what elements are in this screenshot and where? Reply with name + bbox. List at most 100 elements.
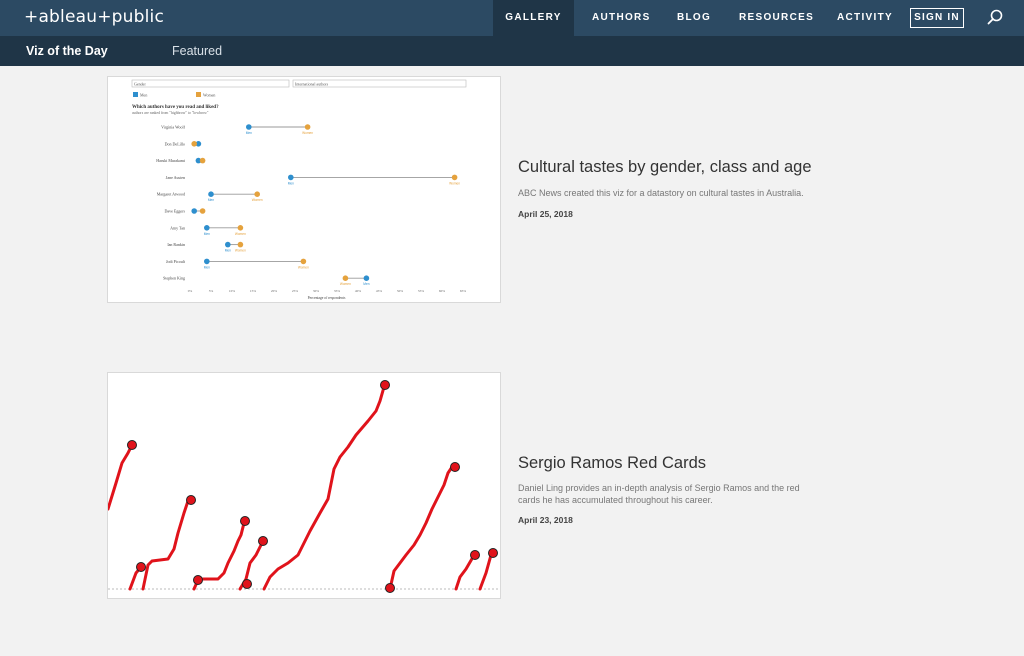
men-dot [204, 258, 210, 265]
women-dot [237, 225, 244, 231]
dot-label-women: Women [235, 249, 246, 253]
card-trail [388, 465, 456, 591]
sign-in-button[interactable]: SIGN IN [910, 8, 964, 28]
axis-tick-label: 15% [250, 289, 256, 293]
legend-swatch-women [196, 92, 201, 97]
men-dot [288, 174, 294, 181]
dot-label-men: Men [204, 232, 210, 236]
men-dot [225, 241, 231, 248]
card-title[interactable]: Cultural tastes by gender, class and age [518, 158, 812, 177]
filter-value: Gender [134, 82, 146, 87]
axis-tick-label: 45% [376, 289, 382, 293]
women-dot [304, 124, 311, 130]
nav-blog[interactable]: BLOG [677, 0, 711, 36]
dot-label-men: Men [246, 131, 252, 135]
card-title[interactable]: Sergio Ramos Red Cards [518, 454, 706, 473]
dot-label-women: Women [235, 232, 246, 236]
nav-resources[interactable]: RESOURCES [739, 0, 814, 36]
dot-label-men: Men [208, 198, 214, 202]
red-card-marker [127, 440, 137, 450]
nav-activity[interactable]: ACTIVITY [837, 0, 893, 36]
dot-label-men: Men [363, 282, 369, 286]
red-card-marker [193, 575, 203, 585]
legend-swatch-men [133, 92, 138, 97]
card-date: April 23, 2018 [518, 515, 573, 525]
men-dot [363, 275, 370, 281]
author-label: Jodi Picoult [166, 259, 186, 264]
red-card-marker [385, 583, 395, 593]
tableau-public-logo[interactable]: +ableau+public [24, 7, 164, 27]
women-dot [191, 141, 197, 147]
dot-label-women: Women [302, 131, 313, 135]
card-trail [200, 521, 246, 581]
dot-label-men: Men [204, 265, 210, 269]
women-dot [237, 241, 244, 248]
red-card-marker [240, 516, 250, 526]
chart-subtext: authors are ranked from "highbrow" to "l… [132, 111, 209, 115]
filter-dropdown-gender [131, 79, 290, 88]
red-cards-chart [108, 380, 500, 593]
card-trail [141, 497, 193, 591]
red-card-marker [450, 462, 460, 472]
men-dot [191, 208, 197, 214]
card-trail [454, 555, 475, 591]
nav-gallery[interactable]: GALLERY [493, 0, 574, 36]
axis-tick-label: 25% [292, 289, 298, 293]
axis-tick-label: 65% [460, 289, 466, 293]
tab-viz-of-the-day[interactable]: Viz of the Day [26, 36, 108, 66]
tab-featured[interactable]: Featured [172, 36, 222, 66]
filter-value: International authors [295, 82, 329, 87]
women-dot [254, 191, 260, 197]
axis-tick-label: 50% [397, 289, 403, 293]
card-trail [108, 443, 134, 511]
dot-label-women: Women [252, 198, 263, 202]
author-label: Dave Eggers [164, 209, 185, 214]
men-dot [204, 225, 210, 231]
dumbbell-chart: Gender International authors Men Women Which… [131, 79, 467, 300]
women-dot [199, 157, 206, 164]
search-icon[interactable] [987, 9, 1003, 25]
axis-tick-label: 30% [313, 289, 319, 293]
axis-tick-label: 10% [229, 289, 235, 293]
axis-tick-label: 0% [188, 289, 193, 293]
sub-nav-bar: Viz of the Day Featured [0, 36, 1024, 66]
author-label: Amy Tan [170, 225, 185, 230]
nav-authors[interactable]: AUTHORS [592, 0, 651, 36]
axis-tick-label: 5% [209, 289, 214, 293]
author-label: Virginia Woolf [161, 125, 186, 130]
red-card-marker [186, 495, 196, 505]
card-trail [262, 385, 386, 591]
axis-tick-label: 35% [334, 289, 340, 293]
card-description: ABC News created this viz for a datastor… [518, 188, 804, 198]
author-label: Don DeLillo [165, 141, 185, 146]
viz-thumbnail-cultural-tastes[interactable]: Gender International authors Men Women Which… [107, 76, 501, 303]
men-dot [246, 124, 252, 130]
axis-tick-label: 20% [271, 289, 277, 293]
author-label: Ian Rankin [167, 242, 185, 247]
author-label: Jane Austen [166, 175, 185, 180]
red-card-marker [488, 548, 498, 558]
card-trail [478, 553, 493, 591]
dot-label-women: Women [298, 265, 309, 269]
dot-label-men: Men [225, 249, 231, 253]
red-card-marker [470, 550, 480, 560]
chart-question: Which authors have you read and liked? [132, 105, 219, 110]
men-dot [208, 191, 214, 197]
legend-label: Men [140, 93, 147, 98]
red-card-marker [380, 380, 390, 390]
legend-label: Women [203, 93, 215, 98]
viz-thumbnail-sergio-ramos[interactable] [107, 372, 501, 599]
author-label: Margaret Atwood [157, 192, 185, 197]
women-dot [342, 275, 349, 281]
axis-tick-label: 55% [418, 289, 424, 293]
x-axis-title: Percentage of respondents [308, 296, 346, 300]
red-card-marker [136, 562, 146, 572]
women-dot [199, 208, 206, 214]
women-dot [300, 258, 307, 265]
author-label: Haruki Murakami [156, 158, 186, 163]
red-card-marker [258, 536, 268, 546]
card-description: Daniel Ling provides an in-depth analysi… [518, 483, 800, 505]
author-label: Stephen King [163, 276, 185, 281]
dot-label-women: Women [340, 282, 351, 286]
card-date: April 25, 2018 [518, 209, 573, 219]
